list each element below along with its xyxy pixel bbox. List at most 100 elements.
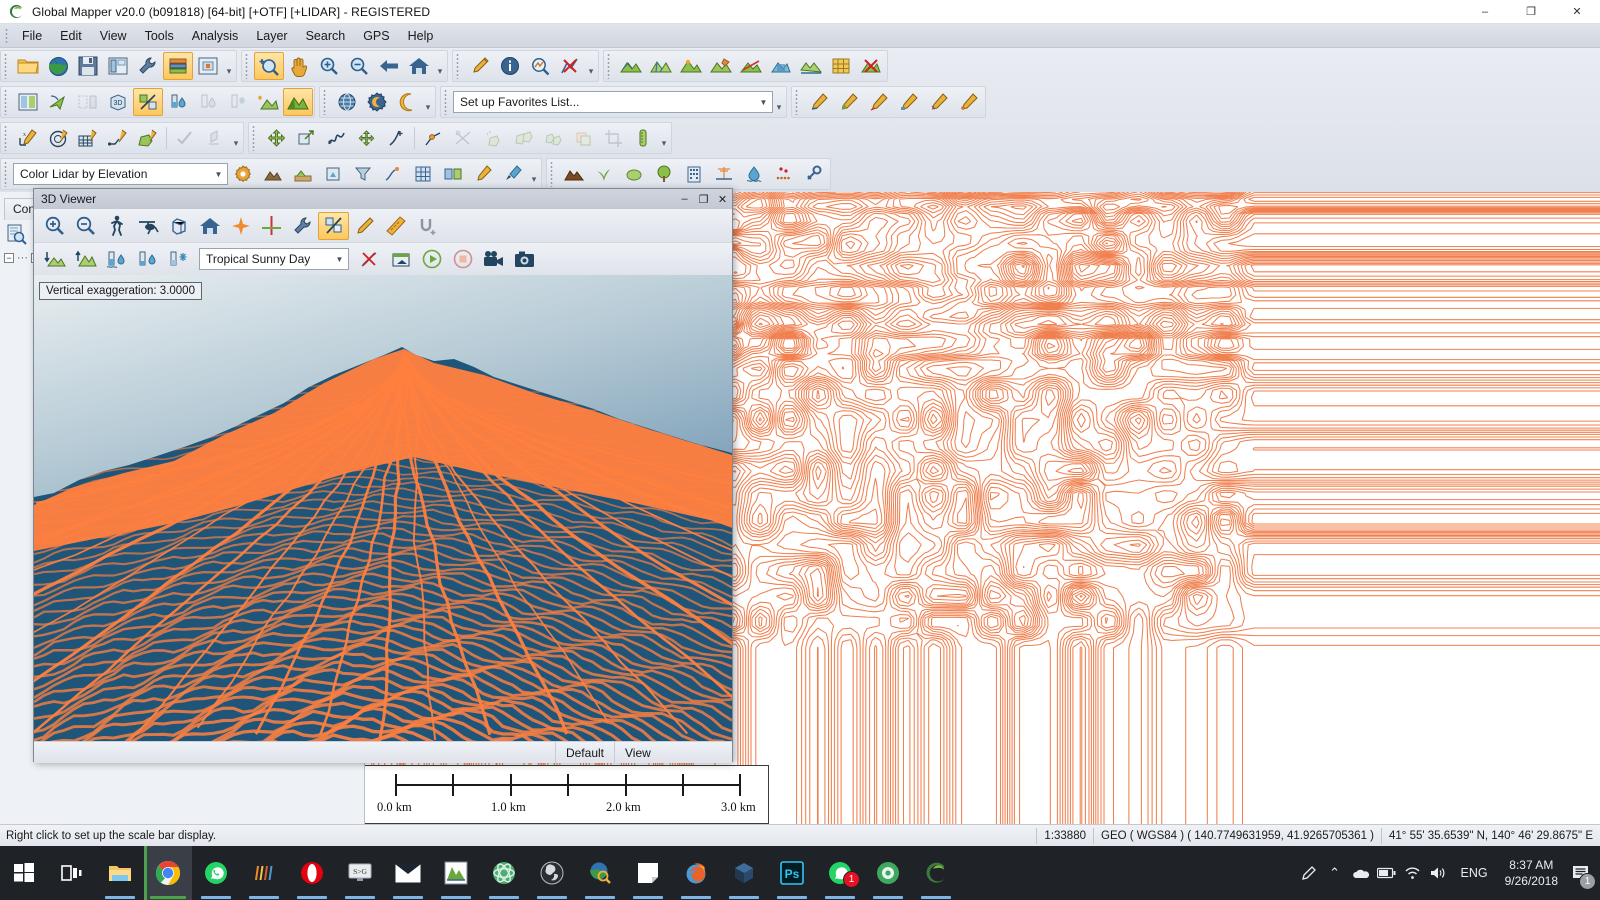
3d-terrain-canvas[interactable]: Vertical exaggeration: 3.0000	[34, 275, 732, 741]
scale-feature-button[interactable]	[291, 124, 321, 152]
point-cloud-button[interactable]	[769, 160, 799, 188]
global-mapper-2-button[interactable]	[912, 846, 960, 900]
lidar-grid-button[interactable]	[408, 160, 438, 188]
water-feature-button[interactable]	[739, 160, 769, 188]
globe-wire-button[interactable]	[332, 88, 362, 116]
viewer-snow-level-button[interactable]	[163, 245, 194, 273]
edit-toolbar-overflow[interactable]: ▾	[658, 125, 670, 151]
pen-tool-3-button[interactable]	[864, 88, 894, 116]
opera-button[interactable]	[288, 846, 336, 900]
save-workspace-button[interactable]	[73, 52, 103, 80]
global-mapper-taskbar-button[interactable]	[432, 846, 480, 900]
toolbar-grip[interactable]	[550, 161, 557, 187]
lidar-ground-button[interactable]	[288, 160, 318, 188]
terrain-paint-button[interactable]	[706, 52, 736, 80]
lidar-filter-button[interactable]	[348, 160, 378, 188]
water-level-button[interactable]	[163, 88, 193, 116]
onedrive-icon[interactable]	[1348, 846, 1374, 900]
atom-button[interactable]	[480, 846, 528, 900]
menu-help[interactable]: Help	[399, 26, 443, 46]
status-coordinates[interactable]: 41° 55' 35.6539" N, 140° 46' 29.8675" E	[1382, 825, 1600, 847]
show-hidden-icons-chevron[interactable]: ⌃	[1322, 846, 1348, 900]
shrink-view-button[interactable]	[73, 88, 103, 116]
lidar-classify-button[interactable]	[258, 160, 288, 188]
shader-combo[interactable]: Color Lidar by Elevation ▼	[13, 163, 228, 185]
split-feature-button[interactable]	[448, 124, 478, 152]
viewer-zoom-in-button[interactable]	[39, 212, 70, 240]
3d-viewer-close-button[interactable]: ✕	[713, 190, 732, 208]
create-point-button[interactable]: x	[13, 124, 43, 152]
chrome-button[interactable]	[144, 846, 192, 900]
move-feature-button[interactable]	[261, 124, 291, 152]
zoom-in-button[interactable]	[314, 52, 344, 80]
lidar-extract-button[interactable]	[318, 160, 348, 188]
lidar-settings-button[interactable]	[228, 160, 258, 188]
path-profile-button[interactable]	[555, 52, 585, 80]
chevron-down-icon[interactable]: ▼	[331, 249, 348, 269]
building-feature-button[interactable]	[679, 160, 709, 188]
clock[interactable]: 8:37 AM 9/26/2018	[1497, 857, 1566, 889]
3d-viewer-minimize-button[interactable]: –	[675, 190, 694, 208]
web-toolbar-overflow[interactable]: ▾	[422, 89, 434, 115]
menu-file[interactable]: File	[13, 26, 51, 46]
settings-gear-button[interactable]	[362, 88, 392, 116]
bounding-box-button[interactable]	[163, 212, 194, 240]
toolbar-grip[interactable]	[607, 53, 614, 79]
reshape-feature-button[interactable]	[321, 124, 351, 152]
clear-path-button[interactable]	[354, 245, 385, 273]
shrub-feature-button[interactable]	[619, 160, 649, 188]
create-grid-button[interactable]	[73, 124, 103, 152]
toolbar-grip[interactable]	[4, 125, 11, 151]
file-toolbar-overflow[interactable]: ▾	[223, 53, 235, 79]
battery-icon[interactable]	[1374, 846, 1400, 900]
wifi-icon[interactable]	[1400, 846, 1426, 900]
volume-icon[interactable]	[1426, 846, 1452, 900]
toolbar-grip[interactable]	[456, 53, 463, 79]
view-shed-button[interactable]	[676, 52, 706, 80]
grid-terrain-button[interactable]	[826, 52, 856, 80]
lidar-compare-button[interactable]	[438, 160, 468, 188]
language-indicator[interactable]: ENG	[1452, 866, 1497, 880]
chevron-down-icon[interactable]: ▼	[210, 164, 227, 184]
favorites-combo[interactable]: Set up Favorites List... ▼	[453, 91, 773, 113]
add-vertex-button[interactable]	[418, 124, 448, 152]
viewer-draw-button[interactable]	[349, 212, 380, 240]
search-globe-button[interactable]	[576, 846, 624, 900]
3d-viewer-title-bar[interactable]: 3D Viewer – ❐ ✕	[34, 189, 732, 209]
line-of-sight-button[interactable]	[736, 52, 766, 80]
stop-flythrough-button[interactable]	[447, 245, 478, 273]
toolbar-grip[interactable]	[323, 89, 330, 115]
toolbar-grip[interactable]	[252, 125, 259, 151]
overlay-control-center-button[interactable]	[163, 52, 193, 80]
reset-view-button[interactable]	[194, 212, 225, 240]
chevron-down-icon[interactable]: ▼	[755, 92, 772, 112]
hill-shade-button[interactable]	[283, 88, 313, 116]
configure-button[interactable]	[133, 52, 163, 80]
delete-vertex-button[interactable]	[381, 124, 411, 152]
volume-calc-button[interactable]	[766, 52, 796, 80]
moon-button[interactable]	[392, 88, 422, 116]
create-area-button[interactable]	[133, 124, 163, 152]
menu-gps[interactable]: GPS	[354, 26, 398, 46]
crop-button[interactable]	[598, 124, 628, 152]
favorites-toolbar-overflow[interactable]: ▾	[773, 89, 785, 115]
maximize-button[interactable]: ❐	[1508, 0, 1554, 24]
3d-viewer-view-pane[interactable]: View	[614, 741, 732, 764]
lidar-draw-button[interactable]	[468, 160, 498, 188]
digitizer-tool-button[interactable]	[465, 52, 495, 80]
toolbar-grip[interactable]	[4, 89, 11, 115]
3d-viewer-default-pane[interactable]: Default	[554, 741, 614, 764]
record-path-button[interactable]	[385, 245, 416, 273]
open-control-center-button[interactable]	[103, 52, 133, 80]
raise-exaggeration-button[interactable]	[70, 245, 101, 273]
toolbar-grip[interactable]	[795, 89, 802, 115]
zoom-out-button[interactable]	[344, 52, 374, 80]
layer-search-icon[interactable]	[2, 220, 32, 248]
viewer-measure-button[interactable]	[380, 212, 411, 240]
key-feature-button[interactable]	[799, 160, 829, 188]
capture-snapshot-button[interactable]	[509, 245, 540, 273]
walk-mode-button[interactable]	[101, 212, 132, 240]
shader-options-button[interactable]	[133, 88, 163, 116]
photoshop-button[interactable]: Ps	[768, 846, 816, 900]
close-button[interactable]: ✕	[1554, 0, 1600, 24]
